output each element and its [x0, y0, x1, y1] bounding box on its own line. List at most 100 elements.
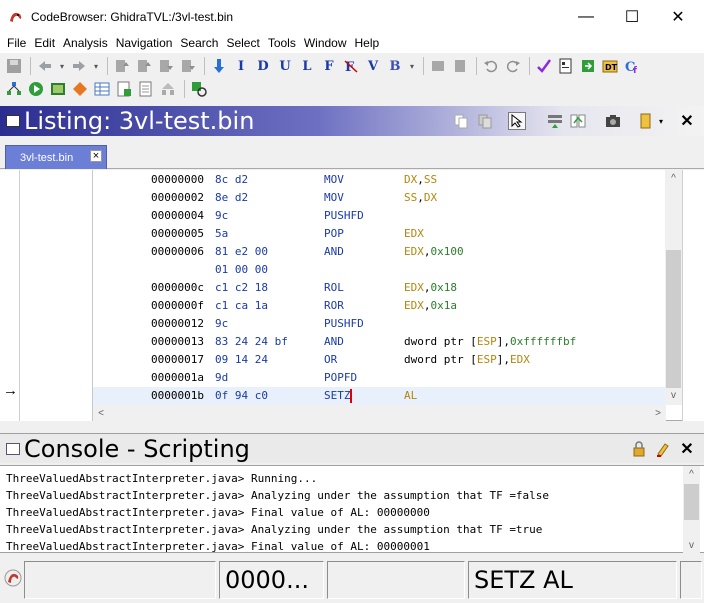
- console-scroll-down-arrow-icon[interactable]: v: [683, 537, 700, 554]
- run-script-icon[interactable]: [26, 79, 46, 99]
- menu-search[interactable]: Search: [176, 36, 222, 50]
- listing-options-dropdown-icon[interactable]: ▾: [656, 112, 666, 130]
- instruction-address[interactable]: 00000004: [151, 207, 204, 225]
- bookmark-dropdown-icon[interactable]: ▾: [407, 56, 417, 76]
- next-data-icon[interactable]: [134, 56, 154, 76]
- instruction-operands[interactable]: EDX,0x100: [404, 243, 464, 261]
- instruction-bytes[interactable]: c1 c2 18: [215, 279, 268, 297]
- listing-row[interactable]: 0000001b 0f 94 c0 SETZ AL: [93, 387, 666, 405]
- listing-close-icon[interactable]: ✕: [678, 112, 696, 130]
- next-data-letter-button[interactable]: D: [253, 56, 273, 76]
- back-icon[interactable]: [35, 56, 55, 76]
- paste-panel-icon[interactable]: [476, 112, 494, 130]
- instruction-address[interactable]: 00000017: [151, 351, 204, 369]
- snapshot-icon[interactable]: [604, 112, 622, 130]
- instruction-mnemonic[interactable]: PUSHFD: [324, 315, 364, 333]
- instruction-bytes[interactable]: 5a: [215, 225, 228, 243]
- field-editor-icon[interactable]: [546, 112, 564, 130]
- instruction-bytes[interactable]: 9d: [215, 369, 228, 387]
- document-icon[interactable]: [556, 56, 576, 76]
- listing-row[interactable]: 01 00 00: [93, 261, 666, 279]
- ghidra-status-icon[interactable]: [4, 569, 22, 587]
- menu-navigation[interactable]: Navigation: [112, 36, 177, 50]
- console-scroll-up-arrow-icon[interactable]: ^: [683, 466, 700, 483]
- down-arrow-icon[interactable]: [209, 56, 229, 76]
- instruction-mnemonic[interactable]: ROL: [324, 279, 344, 297]
- next-instruction-letter-button[interactable]: I: [231, 56, 251, 76]
- instruction-address[interactable]: 0000000f: [151, 297, 204, 315]
- instruction-address[interactable]: 0000001b: [151, 387, 204, 405]
- console-output[interactable]: ThreeValuedAbstractInterpreter.java> Run…: [0, 465, 704, 554]
- listing-vertical-scrollbar[interactable]: ^ v: [665, 170, 682, 405]
- menu-help[interactable]: Help: [351, 36, 384, 50]
- instruction-mnemonic[interactable]: MOV: [324, 189, 344, 207]
- instruction-bytes[interactable]: 09 14 24: [215, 351, 268, 369]
- instruction-operands[interactable]: EDX,0x18: [404, 279, 457, 297]
- instruction-mnemonic[interactable]: POP: [324, 225, 344, 243]
- scroll-down-arrow-icon[interactable]: v: [665, 387, 682, 404]
- diff-icon[interactable]: [569, 112, 587, 130]
- instruction-bytes[interactable]: c1 ca 1a: [215, 297, 268, 315]
- table-icon[interactable]: [92, 79, 112, 99]
- next-non-function-icon[interactable]: F: [341, 56, 361, 76]
- maximize-button[interactable]: ☐: [609, 0, 655, 33]
- menu-analysis[interactable]: Analysis: [59, 36, 112, 50]
- instruction-address[interactable]: 00000006: [151, 243, 204, 261]
- listing-row[interactable]: 00000005 5a POP EDX: [93, 225, 666, 243]
- instruction-bytes[interactable]: 01 00 00: [215, 261, 268, 279]
- instruction-bytes[interactable]: 9c: [215, 207, 228, 225]
- menu-select[interactable]: Select: [222, 36, 263, 50]
- export-icon[interactable]: [578, 56, 598, 76]
- instruction-mnemonic[interactable]: PUSHFD: [324, 207, 364, 225]
- listing-row[interactable]: 00000004 9c PUSHFD: [93, 207, 666, 225]
- back-dropdown-icon[interactable]: ▾: [57, 56, 67, 76]
- copy-icon[interactable]: [452, 112, 470, 130]
- close-button[interactable]: ✕: [655, 0, 701, 33]
- instruction-bytes[interactable]: 8c d2: [215, 171, 248, 189]
- menu-options-icon[interactable]: [638, 112, 656, 130]
- listing-row[interactable]: 00000006 81 e2 00 AND EDX,0x100: [93, 243, 666, 261]
- instruction-address[interactable]: 00000013: [151, 333, 204, 351]
- listing-row[interactable]: 00000017 09 14 24 OR dword ptr [ESP],EDX: [93, 351, 666, 369]
- listing-row[interactable]: 00000012 9c PUSHFD: [93, 315, 666, 333]
- listing-row[interactable]: 0000000f c1 ca 1a ROR EDX,0x1a: [93, 297, 666, 315]
- instruction-address[interactable]: 00000000: [151, 171, 204, 189]
- scroll-left-arrow-icon[interactable]: <: [93, 405, 109, 421]
- instruction-operands[interactable]: dword ptr [ESP],0xffffffbf: [404, 333, 576, 351]
- instruction-operands[interactable]: EDX: [404, 225, 424, 243]
- next-undefined-letter-button[interactable]: U: [275, 56, 295, 76]
- listing-row[interactable]: 00000002 8e d2 MOV SS,DX: [93, 189, 666, 207]
- menu-file[interactable]: File: [3, 36, 30, 50]
- instruction-operands[interactable]: EDX,0x1a: [404, 297, 457, 315]
- redo-icon[interactable]: [503, 56, 523, 76]
- clear-icon[interactable]: [428, 56, 448, 76]
- instruction-bytes[interactable]: 8e d2: [215, 189, 248, 207]
- console-vertical-scrollbar[interactable]: ^ v: [683, 466, 700, 554]
- next-function-letter-button[interactable]: F: [319, 56, 339, 76]
- bytes-icon[interactable]: [114, 79, 134, 99]
- next-undefined-icon[interactable]: [156, 56, 176, 76]
- instruction-mnemonic[interactable]: ROR: [324, 297, 344, 315]
- clear-console-icon[interactable]: [654, 440, 672, 458]
- function-icon[interactable]: Cf: [622, 56, 642, 76]
- listing-row[interactable]: 0000001a 9d POPFD: [93, 369, 666, 387]
- next-instruction-icon[interactable]: [112, 56, 132, 76]
- network-icon[interactable]: [158, 79, 178, 99]
- next-bookmark-letter-button[interactable]: B: [385, 56, 405, 76]
- tab-close-icon[interactable]: ×: [90, 150, 102, 162]
- instruction-operands[interactable]: AL: [404, 387, 417, 405]
- memory-map-icon[interactable]: [48, 79, 68, 99]
- forward-dropdown-icon[interactable]: ▾: [91, 56, 101, 76]
- tab-3vl-test-bin[interactable]: 3vl-test.bin ×: [5, 145, 107, 169]
- console-scroll-thumb[interactable]: [684, 484, 699, 520]
- paste-icon[interactable]: [450, 56, 470, 76]
- listing-row[interactable]: 0000000c c1 c2 18 ROL EDX,0x18: [93, 279, 666, 297]
- instruction-address[interactable]: 00000012: [151, 315, 204, 333]
- scroll-right-arrow-icon[interactable]: >: [650, 405, 666, 421]
- checkmark-icon[interactable]: [534, 56, 554, 76]
- forward-icon[interactable]: [69, 56, 89, 76]
- listing-code-pane[interactable]: 00000000 8c d2 MOV DX,SS 00000002 8e d2 MOV SS,…: [93, 170, 666, 405]
- instruction-mnemonic[interactable]: AND: [324, 333, 344, 351]
- next-label-icon[interactable]: [178, 56, 198, 76]
- instruction-mnemonic[interactable]: SETZ: [324, 387, 351, 405]
